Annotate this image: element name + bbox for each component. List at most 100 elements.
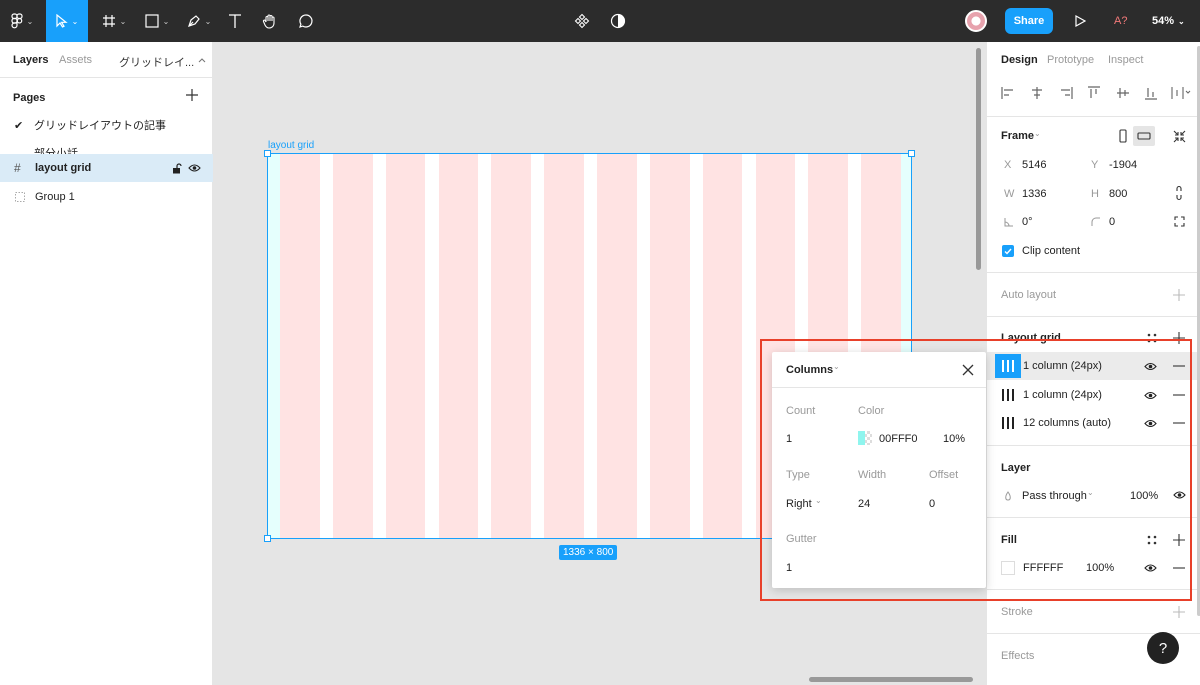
- count-input[interactable]: 1: [786, 433, 792, 445]
- theme-toggle-button[interactable]: [606, 0, 630, 42]
- layer-opacity-input[interactable]: 100%: [1130, 490, 1158, 502]
- missing-fonts-indicator[interactable]: A?: [1114, 0, 1127, 42]
- align-left-icon[interactable]: [1001, 86, 1015, 100]
- resize-to-fit-icon[interactable]: [1173, 130, 1186, 143]
- independent-corners-icon[interactable]: [1174, 216, 1185, 227]
- y-input[interactable]: -1904: [1109, 159, 1137, 171]
- eye-icon[interactable]: [188, 163, 201, 173]
- resize-handle[interactable]: [264, 535, 271, 542]
- rotation-input[interactable]: 0°: [1022, 216, 1033, 228]
- add-page-icon[interactable]: [185, 88, 199, 102]
- clip-content-checkbox[interactable]: [1002, 245, 1014, 257]
- tab-prototype[interactable]: Prototype: [1047, 54, 1094, 66]
- vertical-scrollbar[interactable]: [976, 48, 981, 270]
- text-tool-button[interactable]: [224, 0, 246, 42]
- chevron-up-icon[interactable]: [198, 57, 206, 63]
- horizontal-scrollbar[interactable]: [809, 677, 973, 682]
- components-button[interactable]: [570, 0, 594, 42]
- fill-color-swatch[interactable]: [1001, 561, 1015, 575]
- shape-tool-button[interactable]: ⌄: [140, 0, 174, 42]
- corner-radius-input[interactable]: 0: [1109, 216, 1115, 228]
- present-button[interactable]: [1070, 0, 1090, 42]
- close-icon[interactable]: [961, 363, 975, 377]
- frame-name-label[interactable]: layout grid: [268, 140, 314, 151]
- blend-mode-select[interactable]: Pass through: [1022, 490, 1087, 502]
- add-stroke-icon[interactable]: [1173, 606, 1185, 618]
- frame-section-title[interactable]: Frame: [1001, 130, 1034, 142]
- remove-icon[interactable]: [1173, 562, 1185, 574]
- align-bottom-icon[interactable]: [1144, 86, 1158, 100]
- tab-inspect[interactable]: Inspect: [1108, 54, 1143, 66]
- tab-design[interactable]: Design: [1001, 54, 1038, 66]
- add-auto-layout-icon[interactable]: [1173, 289, 1185, 301]
- text-icon: [229, 14, 241, 28]
- layout-grid-item[interactable]: 12 columns (auto): [987, 409, 1200, 437]
- align-top-icon[interactable]: [1087, 86, 1101, 100]
- width-input[interactable]: 24: [858, 498, 870, 510]
- columns-grid-button[interactable]: [995, 354, 1021, 378]
- fill-opacity-input[interactable]: 100%: [1086, 562, 1114, 574]
- chevron-down-icon[interactable]: ⌄: [833, 362, 840, 371]
- move-tool-button[interactable]: ⌄: [46, 0, 88, 42]
- remove-icon[interactable]: [1173, 360, 1185, 372]
- grid-color-hex-input[interactable]: 00FFF0: [879, 433, 918, 445]
- constrain-proportions-icon[interactable]: [1175, 185, 1183, 201]
- corner-radius-icon: [1091, 217, 1100, 226]
- resize-handle[interactable]: [908, 150, 915, 157]
- offset-input[interactable]: 0: [929, 498, 935, 510]
- width-label: W: [1004, 188, 1015, 200]
- page-item-label: グリッドレイアウトの記事: [34, 120, 166, 132]
- type-label: Type: [786, 469, 810, 481]
- fill-hex-input[interactable]: FFFFFF: [1023, 562, 1063, 574]
- tab-layers[interactable]: Layers: [13, 54, 48, 66]
- layout-grid-item[interactable]: 1 column (24px): [987, 381, 1200, 409]
- fill-styles-icon[interactable]: [1147, 535, 1157, 545]
- pen-tool-button[interactable]: ⌄: [182, 0, 216, 42]
- comment-tool-button[interactable]: [294, 0, 318, 42]
- height-input[interactable]: 800: [1109, 188, 1127, 200]
- layer-row-layout-grid[interactable]: # layout grid: [0, 154, 213, 182]
- layout-grid-item[interactable]: 1 column (24px): [987, 352, 1200, 380]
- share-button[interactable]: Share: [1005, 8, 1053, 34]
- eye-icon[interactable]: [1144, 417, 1157, 430]
- landscape-button[interactable]: [1133, 126, 1155, 146]
- grid-styles-icon[interactable]: [1147, 333, 1157, 343]
- hand-tool-button[interactable]: [258, 0, 282, 42]
- type-select[interactable]: Right: [786, 498, 812, 510]
- remove-icon[interactable]: [1173, 417, 1185, 429]
- add-layout-grid-icon[interactable]: [1173, 332, 1185, 344]
- unlock-icon[interactable]: [172, 163, 182, 174]
- chevron-down-icon[interactable]: ⌄: [815, 496, 822, 505]
- align-vertical-center-icon[interactable]: [1116, 86, 1130, 100]
- align-horizontal-center-icon[interactable]: [1030, 86, 1044, 100]
- distribute-icon[interactable]: [1171, 86, 1191, 100]
- columns-icon[interactable]: [1001, 388, 1015, 402]
- resize-handle[interactable]: [264, 150, 271, 157]
- width-input[interactable]: 1336: [1022, 188, 1046, 200]
- help-button[interactable]: ?: [1147, 632, 1179, 664]
- grid-color-swatch[interactable]: [858, 431, 872, 445]
- page-item[interactable]: ✔ グリッドレイアウトの記事: [0, 114, 213, 136]
- main-menu-button[interactable]: ⌄: [6, 0, 38, 42]
- grid-type-select[interactable]: Columns: [786, 364, 833, 376]
- gutter-input[interactable]: 1: [786, 562, 792, 574]
- eye-icon[interactable]: [1144, 389, 1157, 402]
- eye-icon[interactable]: [1144, 563, 1157, 573]
- portrait-icon[interactable]: [1118, 129, 1128, 143]
- layer-row-group-1[interactable]: Group 1: [0, 183, 213, 211]
- grid-opacity-input[interactable]: 10%: [943, 433, 965, 445]
- avatar[interactable]: [965, 10, 987, 32]
- align-right-icon[interactable]: [1059, 86, 1073, 100]
- chevron-down-icon[interactable]: ⌄: [1034, 129, 1041, 138]
- columns-icon[interactable]: [1001, 416, 1015, 430]
- frame-tool-button[interactable]: ⌄: [96, 0, 132, 42]
- zoom-menu[interactable]: 54% ⌄: [1152, 0, 1185, 42]
- eye-icon[interactable]: [1173, 490, 1186, 500]
- page-item[interactable]: 部分小話: [0, 143, 213, 154]
- page-switcher[interactable]: グリッドレイ...: [119, 54, 194, 70]
- tab-assets[interactable]: Assets: [59, 54, 92, 66]
- eye-icon[interactable]: [1144, 360, 1157, 373]
- remove-icon[interactable]: [1173, 389, 1185, 401]
- add-fill-icon[interactable]: [1173, 534, 1185, 546]
- x-input[interactable]: 5146: [1022, 159, 1046, 171]
